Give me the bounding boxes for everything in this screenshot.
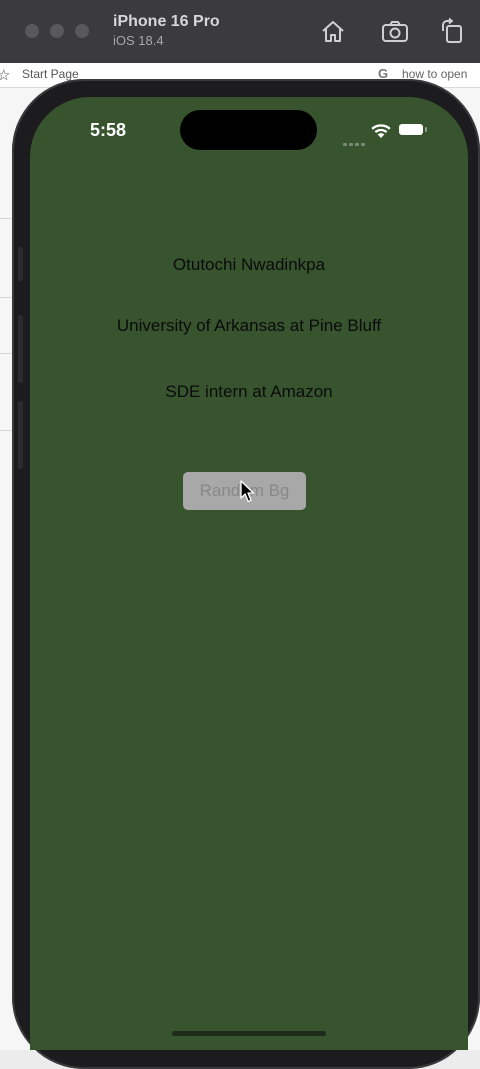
simulator-title-bar: iPhone 16 Pro iOS 18.4 [0, 0, 480, 63]
role-label: SDE intern at Amazon [165, 382, 333, 401]
device-name: iPhone 16 Pro [113, 13, 220, 30]
minimize-window-button[interactable] [50, 24, 64, 38]
screenshot-icon[interactable] [381, 17, 409, 45]
app-screen: 5:58 Otutochi Nwadinkpa University of Ar… [30, 97, 468, 1050]
os-version: iOS 18.4 [113, 33, 164, 48]
name-label: Otutochi Nwadinkpa [172, 255, 326, 274]
bookmark-start-page[interactable]: Start Page [22, 67, 79, 81]
status-time: 5:58 [90, 120, 127, 140]
school-label: University of Arkansas at Pine Bluff [116, 316, 382, 335]
close-window-button[interactable] [25, 24, 39, 38]
rotate-icon[interactable] [438, 17, 466, 45]
wifi-icon [371, 124, 391, 138]
cellular-signal-icon [343, 133, 367, 151]
home-indicator[interactable] [172, 1031, 326, 1036]
home-icon[interactable] [319, 17, 347, 45]
action-button[interactable] [18, 247, 23, 281]
volume-up-button[interactable] [18, 315, 23, 383]
zoom-window-button[interactable] [75, 24, 89, 38]
dynamic-island [180, 110, 317, 150]
mouse-pointer-icon [240, 480, 255, 503]
volume-down-button[interactable] [18, 401, 23, 469]
star-icon[interactable]: ☆ [0, 66, 10, 84]
battery-tip [425, 127, 427, 132]
battery-icon [399, 124, 423, 135]
